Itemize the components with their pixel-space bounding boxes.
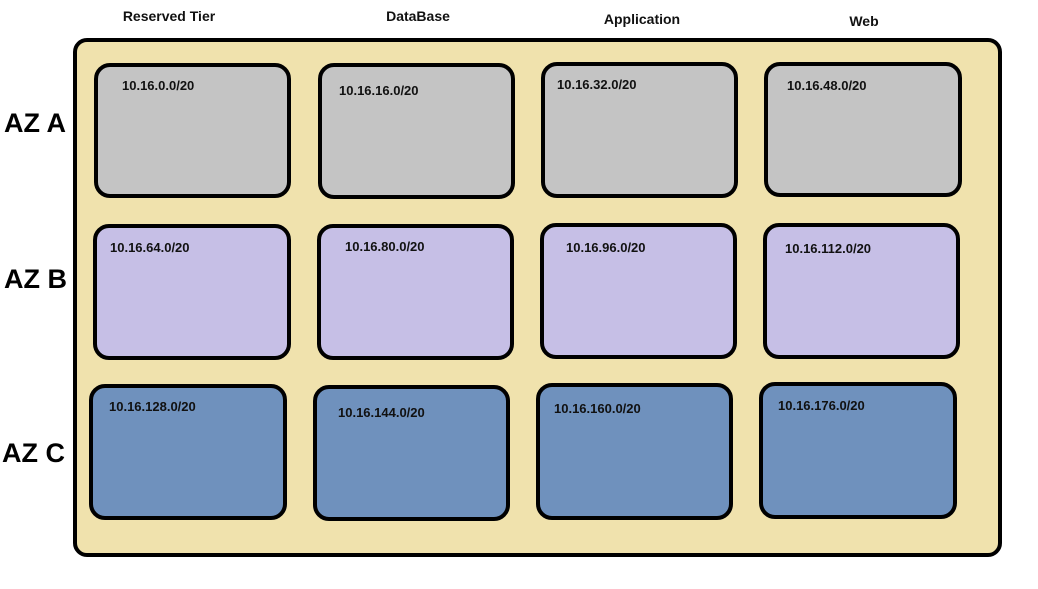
- subnet-az-a-application[interactable]: 10.16.32.0/20: [541, 62, 738, 198]
- column-header-web: Web: [849, 13, 879, 29]
- subnet-az-c-web[interactable]: 10.16.176.0/20: [759, 382, 957, 519]
- subnet-az-c-database[interactable]: 10.16.144.0/20: [313, 385, 510, 521]
- subnet-az-b-application[interactable]: 10.16.96.0/20: [540, 223, 737, 359]
- subnet-az-c-application[interactable]: 10.16.160.0/20: [536, 383, 733, 520]
- subnet-az-a-reserved[interactable]: 10.16.0.0/20: [94, 63, 291, 198]
- column-header-application: Application: [603, 11, 681, 27]
- row-label-az-a: AZ A: [4, 108, 66, 138]
- subnet-cidr: 10.16.112.0/20: [785, 241, 872, 256]
- subnet-cidr: 10.16.16.0/20: [339, 83, 419, 98]
- subnet-az-b-reserved[interactable]: 10.16.64.0/20: [93, 224, 291, 360]
- subnet-cidr: 10.16.64.0/20: [110, 240, 190, 255]
- column-header-reserved-tier: Reserved Tier: [122, 8, 216, 24]
- subnet-cidr: 10.16.48.0/20: [787, 78, 867, 93]
- subnet-cidr: 10.16.144.0/20: [338, 405, 425, 420]
- vpc-subnet-diagram: { "columns": [ {"label": "Reserved Tier"…: [0, 0, 1038, 589]
- subnet-az-b-database[interactable]: 10.16.80.0/20: [317, 224, 514, 360]
- subnet-cidr: 10.16.32.0/20: [557, 77, 637, 92]
- subnet-cidr: 10.16.160.0/20: [554, 401, 641, 416]
- subnet-cidr: 10.16.80.0/20: [345, 239, 425, 254]
- subnet-az-b-web[interactable]: 10.16.112.0/20: [763, 223, 960, 359]
- column-header-database: DataBase: [386, 8, 450, 24]
- row-label-az-b: AZ B: [4, 264, 67, 294]
- subnet-az-c-reserved[interactable]: 10.16.128.0/20: [89, 384, 287, 520]
- subnet-cidr: 10.16.0.0/20: [122, 78, 195, 93]
- row-label-az-c: AZ C: [2, 438, 65, 468]
- subnet-cidr: 10.16.96.0/20: [566, 240, 646, 255]
- subnet-az-a-web[interactable]: 10.16.48.0/20: [764, 62, 962, 197]
- subnet-cidr: 10.16.176.0/20: [778, 398, 865, 413]
- subnet-cidr: 10.16.128.0/20: [109, 399, 196, 414]
- subnet-az-a-database[interactable]: 10.16.16.0/20: [318, 63, 515, 199]
